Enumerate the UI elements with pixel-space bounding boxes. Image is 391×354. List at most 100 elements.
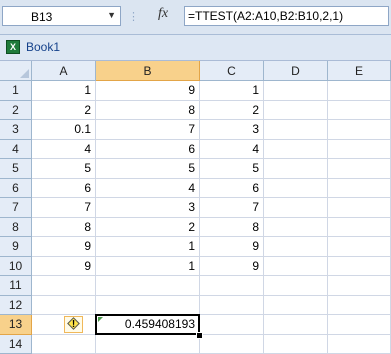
cell-a9[interactable]: 9 (32, 237, 96, 257)
cell-e8[interactable] (328, 217, 391, 237)
row-header-4[interactable]: 4 (0, 139, 32, 159)
cell-a2[interactable]: 2 (32, 100, 96, 120)
cell-d14[interactable] (264, 334, 328, 354)
cell-a6[interactable]: 6 (32, 178, 96, 198)
row-header-11[interactable]: 11 (0, 276, 32, 296)
cell-c13[interactable] (200, 315, 264, 335)
cell-d11[interactable] (264, 276, 328, 296)
row-header-5[interactable]: 5 (0, 159, 32, 179)
cell-b14[interactable] (96, 334, 200, 354)
cell-d10[interactable] (264, 256, 328, 276)
cell-e7[interactable] (328, 198, 391, 218)
active-cell-b13[interactable]: 0.459408193 (95, 314, 200, 335)
cell-d12[interactable] (264, 295, 328, 315)
cell-d3[interactable] (264, 120, 328, 140)
cell-e6[interactable] (328, 178, 391, 198)
formula-input[interactable]: =TTEST(A2:A10,B2:B10,2,1) (184, 6, 389, 26)
cell-d9[interactable] (264, 237, 328, 257)
cell-d6[interactable] (264, 178, 328, 198)
cell-e1[interactable] (328, 81, 391, 101)
cell-e3[interactable] (328, 120, 391, 140)
cell-b10[interactable]: 1 (96, 256, 200, 276)
cell-c11[interactable] (200, 276, 264, 296)
cell-d8[interactable] (264, 217, 328, 237)
cell-b3[interactable]: 7 (96, 120, 200, 140)
cell-b2[interactable]: 8 (96, 100, 200, 120)
name-box-value: B13 (31, 10, 53, 24)
cell-a8[interactable]: 8 (32, 217, 96, 237)
row-header-2[interactable]: 2 (0, 100, 32, 120)
row-header-12[interactable]: 12 (0, 295, 32, 315)
cell-b11[interactable] (96, 276, 200, 296)
function-icon[interactable]: fx (158, 6, 168, 22)
column-header-a[interactable]: A (32, 61, 96, 81)
name-box[interactable]: B13 ▼ (2, 6, 121, 26)
exclamation-icon: ! (71, 319, 76, 330)
active-cell-value: 0.459408193 (124, 317, 195, 331)
cell-c10[interactable]: 9 (200, 256, 264, 276)
cell-a12[interactable] (32, 295, 96, 315)
error-warning-icon[interactable]: ! (64, 316, 83, 333)
cell-d1[interactable] (264, 81, 328, 101)
cell-e12[interactable] (328, 295, 391, 315)
cell-c4[interactable]: 4 (200, 139, 264, 159)
cell-b8[interactable]: 2 (96, 217, 200, 237)
row-header-8[interactable]: 8 (0, 217, 32, 237)
cell-c12[interactable] (200, 295, 264, 315)
cell-d13[interactable] (264, 315, 328, 335)
fill-handle[interactable] (196, 331, 203, 339)
row-header-13[interactable]: 13 (0, 315, 32, 335)
row-header-3[interactable]: 3 (0, 120, 32, 140)
cell-a10[interactable]: 9 (32, 256, 96, 276)
cell-e5[interactable] (328, 159, 391, 179)
cell-d7[interactable] (264, 198, 328, 218)
cell-c3[interactable]: 3 (200, 120, 264, 140)
cell-a11[interactable] (32, 276, 96, 296)
cell-a3[interactable]: 0.1 (32, 120, 96, 140)
cell-b4[interactable]: 6 (96, 139, 200, 159)
cell-c14[interactable] (200, 334, 264, 354)
cell-c9[interactable]: 9 (200, 237, 264, 257)
cell-a4[interactable]: 4 (32, 139, 96, 159)
cell-a1[interactable]: 1 (32, 81, 96, 101)
cell-e4[interactable] (328, 139, 391, 159)
row-header-1[interactable]: 1 (0, 81, 32, 101)
row-header-6[interactable]: 6 (0, 178, 32, 198)
cell-b5[interactable]: 5 (96, 159, 200, 179)
row-header-10[interactable]: 10 (0, 256, 32, 276)
select-all-button[interactable] (0, 61, 32, 81)
row-header-7[interactable]: 7 (0, 198, 32, 218)
cell-b12[interactable] (96, 295, 200, 315)
cell-b1[interactable]: 9 (96, 81, 200, 101)
cell-c6[interactable]: 6 (200, 178, 264, 198)
cell-e11[interactable] (328, 276, 391, 296)
cell-b9[interactable]: 1 (96, 237, 200, 257)
cell-c5[interactable]: 5 (200, 159, 264, 179)
cell-e13[interactable] (328, 315, 391, 335)
cell-b7[interactable]: 3 (96, 198, 200, 218)
column-header-e[interactable]: E (328, 61, 391, 81)
cell-c1[interactable]: 1 (200, 81, 264, 101)
cell-d2[interactable] (264, 100, 328, 120)
column-header-d[interactable]: D (264, 61, 328, 81)
column-header-c[interactable]: C (200, 61, 264, 81)
cell-d4[interactable] (264, 139, 328, 159)
cell-e10[interactable] (328, 256, 391, 276)
cell-a5[interactable]: 5 (32, 159, 96, 179)
cell-e9[interactable] (328, 237, 391, 257)
chevron-down-icon[interactable]: ▼ (107, 10, 116, 20)
cell-e14[interactable] (328, 334, 391, 354)
cell-c7[interactable]: 7 (200, 198, 264, 218)
cell-e2[interactable] (328, 100, 391, 120)
excel-book-icon: X (6, 40, 20, 54)
cell-c2[interactable]: 2 (200, 100, 264, 120)
column-header-b[interactable]: B (96, 61, 200, 81)
cell-a14[interactable] (32, 334, 96, 354)
cell-a7[interactable]: 7 (32, 198, 96, 218)
cell-c8[interactable]: 8 (200, 217, 264, 237)
formula-bar-separator: ⋮ (128, 11, 139, 23)
row-header-9[interactable]: 9 (0, 237, 32, 257)
cell-b6[interactable]: 4 (96, 178, 200, 198)
row-header-14[interactable]: 14 (0, 334, 32, 354)
cell-d5[interactable] (264, 159, 328, 179)
